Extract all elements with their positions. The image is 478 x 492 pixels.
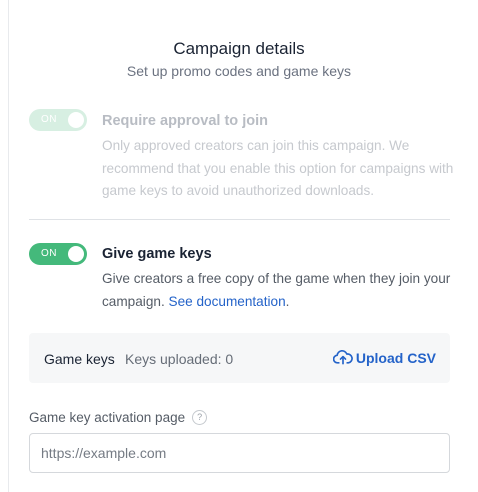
require-approval-toggle[interactable]: ON <box>29 109 87 131</box>
toggle-on-label: ON <box>41 248 57 259</box>
require-approval-description: Only approved creators can join this cam… <box>102 138 454 198</box>
toggle-knob <box>68 112 84 128</box>
require-approval-title: Require approval to join <box>102 113 268 129</box>
section-divider <box>29 219 450 220</box>
page-subtitle: Set up promo codes and game keys <box>126 63 352 79</box>
activation-page-label: Game key activation page ? <box>29 410 208 425</box>
game-keys-panel: Game keys Keys uploaded: 0 Upload CSV <box>29 333 450 383</box>
give-game-keys-description: Give creators a free copy of the game wh… <box>102 268 462 313</box>
activation-page-label-text: Game key activation page <box>29 410 186 425</box>
activation-url-input[interactable] <box>29 433 450 473</box>
keys-uploaded-count: Keys uploaded: 0 <box>125 351 234 367</box>
upload-csv-button[interactable]: Upload CSV <box>332 348 436 368</box>
description-period: . <box>285 293 290 309</box>
toggle-knob <box>68 246 84 262</box>
question-mark-icon[interactable]: ? <box>192 410 208 425</box>
game-keys-label: Game keys <box>44 351 115 367</box>
page-title: Campaign details <box>173 39 305 58</box>
give-game-keys-toggle[interactable]: ON <box>29 243 87 265</box>
upload-csv-label: Upload CSV <box>355 350 436 366</box>
cloud-upload-icon <box>332 349 353 368</box>
toggle-on-label: ON <box>41 114 57 125</box>
give-game-keys-title: Give game keys <box>102 246 212 262</box>
see-documentation-link[interactable]: See documentation <box>169 294 286 309</box>
